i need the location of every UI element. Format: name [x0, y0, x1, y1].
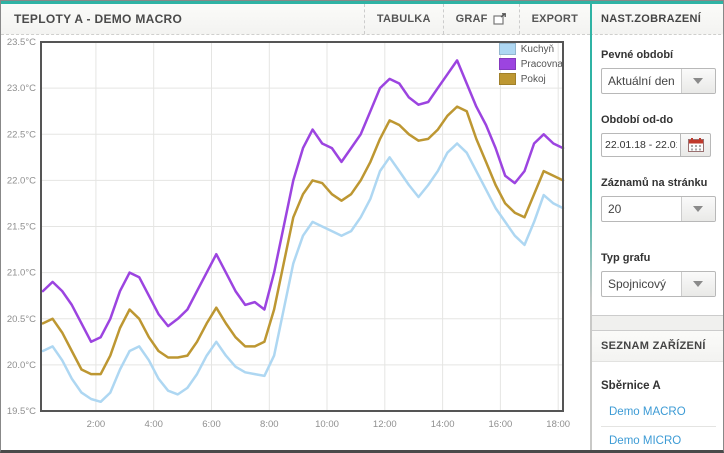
x-tick-label: 2:00: [87, 419, 106, 430]
legend-label: Pokoj: [521, 74, 546, 85]
chevron-down-icon: [681, 272, 715, 296]
device-link-demo-micro[interactable]: Demo MICRO: [601, 427, 716, 453]
legend-label: Pracovna: [521, 59, 563, 70]
y-tick-label: 19.5°C: [7, 406, 36, 417]
y-tick-label: 21.0°C: [7, 268, 36, 279]
bus-group-label: Sběrnice A: [601, 380, 716, 392]
export-button[interactable]: EXPORT: [519, 4, 590, 34]
records-per-page-select[interactable]: 20: [601, 196, 716, 222]
main-header: TEPLOTY A - DEMO MACRO TABULKA GRAF EXPO…: [1, 4, 590, 35]
legend-item[interactable]: Pracovna: [499, 58, 563, 70]
calendar-button[interactable]: [681, 133, 711, 157]
legend-swatch-icon: [499, 73, 516, 85]
app-window: TEPLOTY A - DEMO MACRO TABULKA GRAF EXPO…: [0, 0, 724, 453]
chevron-down-icon: [681, 69, 715, 93]
records-per-page-value: 20: [602, 202, 681, 216]
chart-legend: Kuchyň Pracovna Pokoj: [499, 43, 563, 88]
chart-type-value: Spojnicový: [602, 277, 681, 291]
graf-button[interactable]: GRAF: [443, 4, 519, 34]
x-tick-label: 6:00: [202, 419, 221, 430]
period-range-label: Období od-do: [601, 114, 716, 126]
x-tick-label: 16:00: [489, 419, 513, 430]
legend-swatch-icon: [499, 43, 516, 55]
x-tick-label: 14:00: [431, 419, 455, 430]
y-tick-label: 20.5°C: [7, 314, 36, 325]
chart-area: 19.5°C 20.0°C 20.5°C 21.0°C 21.5°C 22.0°C 22.5…: [1, 35, 590, 450]
temperature-line-chart: 19.5°C 20.0°C 20.5°C 21.0°C 21.5°C 22.0°C 22.5…: [1, 35, 590, 449]
x-tick-label: 18:00: [546, 419, 570, 430]
sidebar: NAST.ZOBRAZENÍ Pevné období Aktuální den…: [590, 4, 724, 450]
y-tick-label: 23.0°C: [7, 83, 36, 94]
x-tick-label: 4:00: [144, 419, 163, 430]
y-tick-label: 22.0°C: [7, 175, 36, 186]
settings-section-title: NAST.ZOBRAZENÍ: [590, 4, 724, 35]
legend-label: Kuchyň: [521, 44, 554, 55]
main-panel: TEPLOTY A - DEMO MACRO TABULKA GRAF EXPO…: [1, 4, 590, 450]
page-title: TEPLOTY A - DEMO MACRO: [1, 4, 364, 34]
fixed-period-value: Aktuální den: [602, 74, 681, 88]
records-per-page-label: Záznamů na stránku: [601, 177, 716, 189]
calendar-icon: [688, 138, 704, 152]
date-range-input[interactable]: [601, 133, 681, 157]
legend-item[interactable]: Kuchyň: [499, 43, 563, 55]
fixed-period-select[interactable]: Aktuální den: [601, 68, 716, 94]
y-tick-label: 20.0°C: [7, 360, 36, 371]
display-settings-card: NAST.ZOBRAZENÍ Pevné období Aktuální den…: [590, 4, 724, 316]
chart-type-label: Typ grafu: [601, 252, 716, 264]
export-button-label: EXPORT: [532, 13, 578, 25]
x-tick-label: 10:00: [315, 419, 339, 430]
y-tick-label: 23.5°C: [7, 37, 36, 48]
popup-window-icon: [493, 13, 507, 25]
sidebar-accent-line: [590, 4, 592, 450]
chart-type-select[interactable]: Spojnicový: [601, 271, 716, 297]
tabulka-button-label: TABULKA: [377, 13, 431, 25]
series-line-Pracovna: [43, 60, 563, 341]
y-tick-label: 22.5°C: [7, 129, 36, 140]
legend-item[interactable]: Pokoj: [499, 73, 563, 85]
fixed-period-label: Pevné období: [601, 49, 716, 61]
devices-section-title: SEZNAM ZAŘÍZENÍ: [590, 331, 724, 362]
device-link-demo-macro[interactable]: Demo MACRO: [601, 398, 716, 427]
device-list-card: SEZNAM ZAŘÍZENÍ Sběrnice A Demo MACRO De…: [590, 330, 724, 453]
graf-button-label: GRAF: [456, 13, 488, 25]
x-tick-label: 12:00: [373, 419, 397, 430]
tabulka-button[interactable]: TABULKA: [364, 4, 443, 34]
x-tick-label: 8:00: [260, 419, 279, 430]
legend-swatch-icon: [499, 58, 516, 70]
y-tick-label: 21.5°C: [7, 222, 36, 233]
chevron-down-icon: [681, 197, 715, 221]
